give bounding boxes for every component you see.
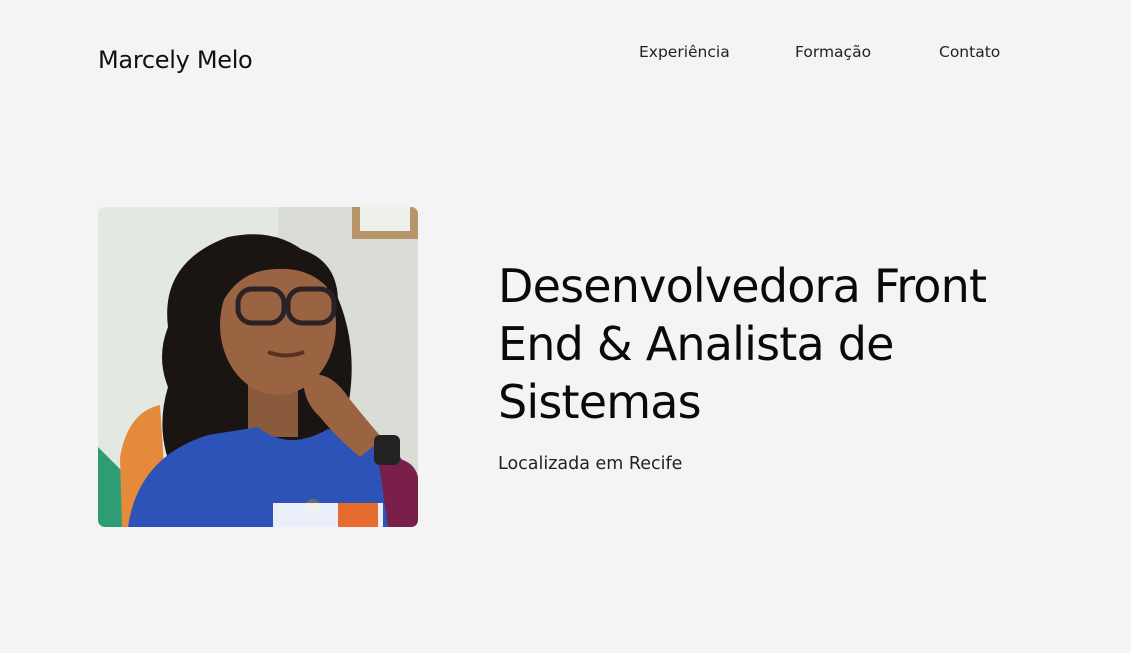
hero-location: Localizada em Recife [498, 454, 683, 474]
hero-headline: Desenvolvedora Front End & Analista de S… [498, 259, 987, 429]
main-nav: Experiência Formação Contato [639, 43, 1009, 61]
nav-link-experiencia[interactable]: Experiência [639, 43, 795, 61]
nav-link-formacao[interactable]: Formação [795, 43, 939, 61]
profile-photo [98, 207, 418, 527]
site-logo[interactable]: Marcely Melo [98, 46, 253, 74]
nav-link-contato[interactable]: Contato [939, 43, 1009, 61]
page: Marcely Melo Experiência Formação Contat… [0, 0, 1131, 653]
